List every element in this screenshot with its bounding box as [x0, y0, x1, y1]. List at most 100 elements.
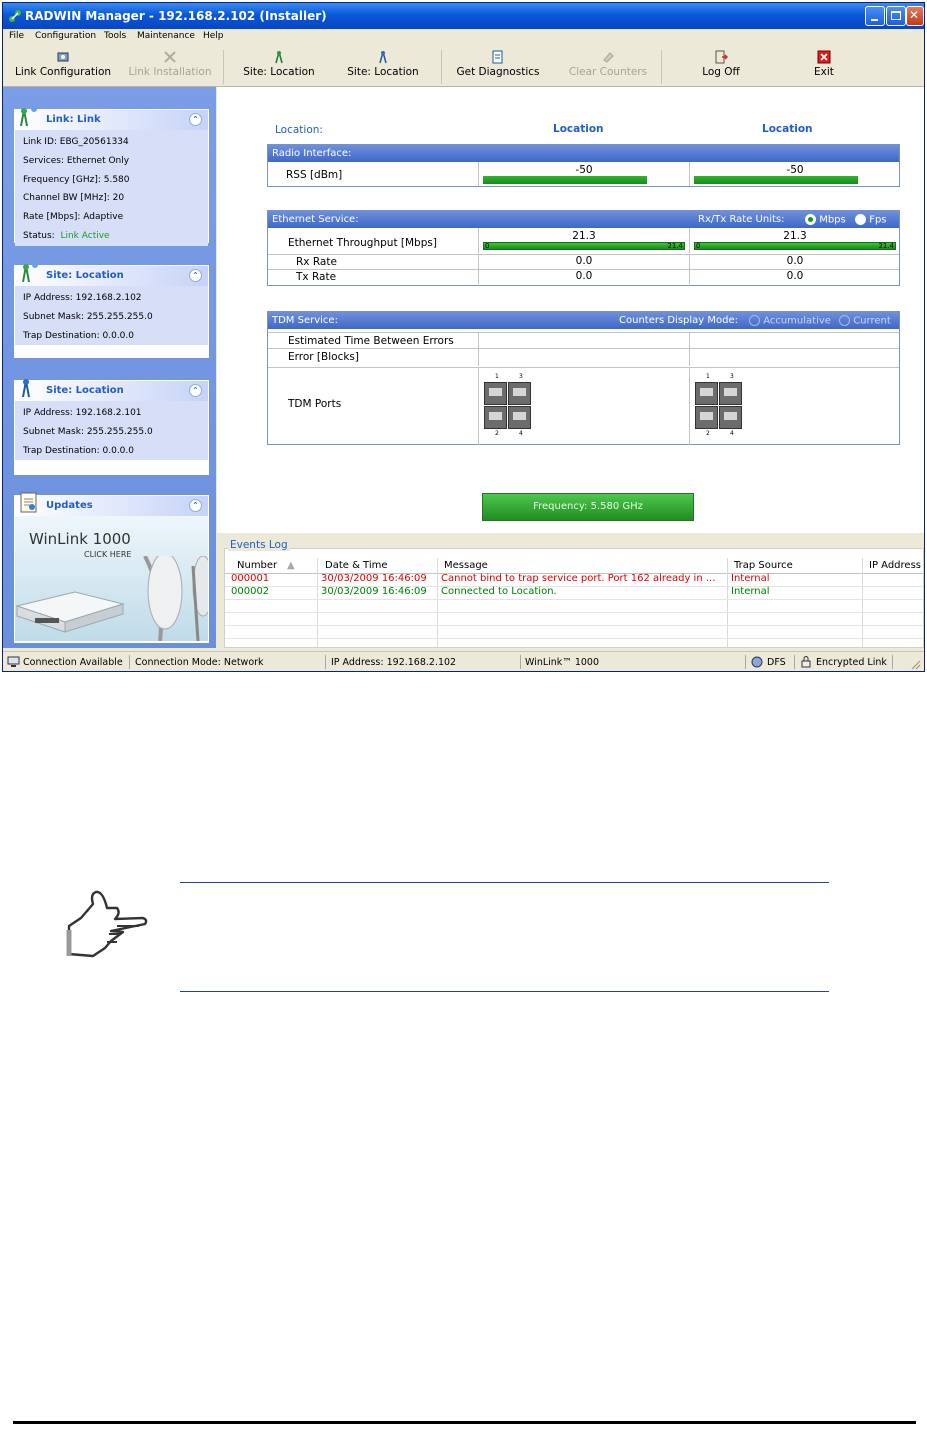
table-row[interactable]: 000002 30/03/2009 16:46:09 Connected to Lo… — [225, 586, 923, 600]
location-label: Location: — [275, 124, 323, 136]
throughput-a-bar: 0 21.4 — [483, 242, 685, 250]
log-off-button[interactable]: Log Off — [693, 50, 749, 84]
table-row[interactable]: 000001 30/03/2009 16:46:09 Cannot bind to … — [225, 573, 923, 587]
link-configuration-button[interactable]: Link Configuration — [15, 50, 111, 84]
menu-configuration[interactable]: Configuration — [35, 31, 96, 41]
site2-panel-title: Site: Location — [46, 385, 124, 396]
exit-icon — [817, 50, 831, 64]
link-panel: Link: Link ⌃ Link ID: EBG_20561334 Servi… — [14, 106, 209, 246]
network-connection-icon — [7, 656, 20, 667]
log-off-label: Log Off — [702, 66, 740, 78]
tdm-port-4[interactable] — [719, 406, 742, 429]
collapse-chevron-icon[interactable]: ⌃ — [189, 269, 202, 282]
site2-panel-header[interactable]: Site: Location ⌃ — [15, 379, 208, 401]
site-b-name: Location — [762, 123, 813, 135]
page-footer-rule — [13, 1421, 916, 1424]
mode-current-radio[interactable]: Current — [839, 315, 891, 327]
maximize-icon[interactable] — [886, 6, 906, 26]
radio-unselected-icon — [855, 214, 866, 225]
updates-panel-header[interactable]: Updates ⌃ — [15, 492, 208, 516]
link-status-value: Link Active — [60, 230, 110, 241]
tdm-port-3[interactable] — [508, 382, 531, 405]
ethernet-service-section: Ethernet Service: Rx/Tx Rate Units: Mbps… — [267, 210, 900, 286]
est-errors-label: Estimated Time Between Errors — [288, 335, 454, 347]
left-task-pane: Link: Link ⌃ Link ID: EBG_20561334 Servi… — [3, 87, 216, 648]
col-ip-address[interactable]: IP Address — [869, 560, 921, 571]
site1-info-row: IP Address: 192.168.2.102 — [23, 293, 142, 303]
tdm-port-3[interactable] — [719, 382, 742, 405]
menu-maintenance[interactable]: Maintenance — [137, 31, 195, 41]
site-location-a-label: Site: Location — [243, 66, 315, 78]
title-bar[interactable]: RADWIN Manager - 192.168.2.102 (Installe… — [3, 3, 924, 29]
col-datetime[interactable]: Date & Time — [325, 560, 388, 571]
collapse-chevron-icon[interactable]: ⌃ — [189, 384, 202, 397]
menu-file[interactable]: File — [9, 31, 24, 41]
menu-help[interactable]: Help — [203, 31, 224, 41]
throughput-row: Ethernet Throughput [Mbps] 21.3 0 21.4 2… — [268, 228, 899, 253]
link-installation-button[interactable]: Link Installation — [125, 50, 215, 84]
col-number[interactable]: Number — [237, 560, 277, 571]
empty-row — [225, 638, 923, 652]
link-panel-header[interactable]: Link: Link ⌃ — [15, 106, 208, 130]
site2-info-row: Trap Destination: 0.0.0.0 — [23, 445, 134, 456]
note-bottom-rule — [180, 991, 829, 992]
est-errors-a-cell — [478, 333, 689, 348]
collapse-chevron-icon[interactable]: ⌃ — [189, 113, 202, 126]
tdm-port-4[interactable] — [508, 406, 531, 429]
tdm-port-2[interactable] — [484, 406, 507, 429]
rx-a-value: 0.0 — [478, 255, 689, 270]
link-panel-body: Link ID: EBG_20561334 Services: Ethernet… — [15, 130, 208, 246]
winlink-banner[interactable]: WinLink 1000 CLICK HERE — [15, 516, 208, 641]
site1-panel: Site: Location ⌃ IP Address: 192.168.2.1… — [14, 262, 209, 358]
app-logo-icon — [9, 10, 21, 22]
get-diagnostics-label: Get Diagnostics — [456, 66, 540, 78]
tdm-port-2[interactable] — [695, 406, 718, 429]
site-antenna-icon — [22, 379, 30, 398]
site-location-a-button[interactable]: Site: Location — [241, 50, 317, 84]
link-info-row: Frequency [GHz]: 5.580 — [23, 174, 130, 185]
status-ip-address: IP Address: 192.168.2.102 — [331, 657, 457, 668]
link-config-icon — [57, 52, 68, 62]
site1-panel-header[interactable]: Site: Location ⌃ — [15, 262, 208, 286]
tdm-port-1[interactable] — [695, 382, 718, 405]
site1-panel-title: Site: Location — [46, 270, 124, 281]
resize-grip-icon[interactable] — [909, 658, 921, 670]
frequency-button[interactable]: Frequency: 5.580 GHz — [482, 493, 694, 521]
site-location-b-button[interactable]: Site: Location — [345, 50, 421, 84]
window-title: RADWIN Manager - 192.168.2.102 (Installe… — [25, 9, 327, 23]
rate-units-label: Rx/Tx Rate Units: — [698, 214, 785, 225]
get-diagnostics-button[interactable]: Get Diagnostics — [455, 50, 541, 84]
unit-fps-radio[interactable]: Fps — [855, 214, 887, 226]
rx-b-value: 0.0 — [689, 255, 900, 270]
mode-accumulative-radio[interactable]: Accumulative — [749, 315, 831, 327]
rss-row: RSS [dBm] -50 -50 — [268, 162, 899, 186]
empty-row — [225, 599, 923, 613]
empty-row — [225, 625, 923, 639]
unit-mbps-radio[interactable]: Mbps — [805, 214, 846, 226]
minimize-icon[interactable] — [865, 6, 885, 26]
dfs-icon — [751, 656, 763, 668]
radio-interface-section: Radio Interface: RSS [dBm] -50 -50 — [267, 144, 900, 187]
radio-disabled-icon — [749, 315, 760, 326]
event-message: Connected to Location. — [441, 586, 557, 597]
exit-button[interactable]: Exit — [809, 50, 839, 84]
throughput-b-bar: 0 21.4 — [694, 242, 896, 250]
link-status-row: Status: Link Active — [23, 230, 110, 241]
tx-b-value: 0.0 — [689, 270, 900, 286]
col-message[interactable]: Message — [444, 560, 488, 571]
site2-info-row: IP Address: 192.168.2.101 — [23, 408, 142, 418]
error-blocks-row: Error [Blocks] — [268, 348, 899, 366]
site-antenna-icon — [275, 51, 283, 64]
event-message: Cannot bind to trap service port. Port 1… — [441, 573, 716, 584]
collapse-chevron-icon[interactable]: ⌃ — [189, 499, 202, 512]
close-icon[interactable]: ✕ — [906, 6, 924, 26]
throughput-a-value: 21.3 — [572, 230, 596, 242]
col-trap-source[interactable]: Trap Source — [734, 560, 793, 571]
rss-b-cell: -50 — [689, 162, 900, 186]
clear-counters-button[interactable]: Clear Counters — [565, 50, 651, 84]
link-panel-title: Link: Link — [46, 114, 101, 125]
tdm-port-1[interactable] — [484, 382, 507, 405]
rss-a-cell: -50 — [478, 162, 689, 186]
lock-icon — [801, 656, 811, 668]
menu-tools[interactable]: Tools — [104, 31, 126, 41]
